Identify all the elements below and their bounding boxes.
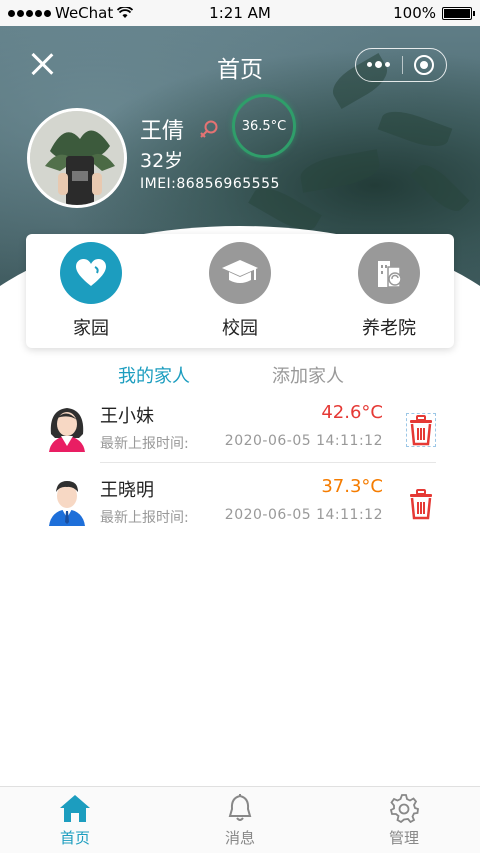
profile-imei: IMEI:86856965555 (140, 176, 280, 192)
exit-mini-program-icon[interactable] (402, 55, 446, 75)
female-icon (200, 120, 218, 138)
member-name: 王晓明 (100, 480, 154, 501)
battery-percent: 100% (393, 4, 436, 22)
tabbar-item-home[interactable]: 首页 (35, 793, 115, 848)
tabbar-label: 消息 (224, 829, 255, 847)
tabbar-item-manage[interactable]: 管理 (364, 793, 444, 848)
heart-icon (60, 242, 122, 304)
category-school[interactable]: 校园 (205, 234, 275, 348)
tab-my-family[interactable]: 我的家人 (118, 362, 190, 388)
category-label: 养老院 (362, 318, 416, 339)
report-time: 2020-06-05 14:11:12 (224, 433, 383, 449)
row-divider (100, 462, 436, 463)
status-right: 100% (393, 4, 475, 22)
family-member-row[interactable]: 王小妹 42.6°C 最新上报时间: 2020-06-05 14:11:12 (45, 398, 437, 464)
battery-icon (442, 6, 475, 20)
tabbar-label: 管理 (388, 829, 419, 847)
category-nursing-home[interactable]: 养老院 (354, 234, 424, 348)
profile-avatar[interactable] (27, 108, 127, 208)
home-icon (60, 795, 90, 822)
member-temperature: 37.3°C (321, 476, 383, 497)
bell-icon (228, 794, 252, 821)
graduation-cap-icon (209, 242, 271, 304)
mini-program-capsule (355, 48, 447, 82)
trash-icon[interactable] (407, 488, 435, 520)
report-time-label: 最新上报时间: (100, 510, 189, 526)
male-avatar-icon (49, 481, 85, 526)
more-icon[interactable] (356, 61, 402, 68)
report-time-label: 最新上报时间: (100, 436, 189, 452)
bottom-tab-bar: 首页 消息 管理 (0, 786, 480, 853)
category-label: 校园 (222, 318, 258, 339)
status-bar: WeChat 1:21 AM 100% (0, 0, 480, 26)
member-name: 王小妹 (100, 406, 154, 427)
category-label: 家园 (73, 318, 109, 339)
profile-temperature: 36.5°C (241, 118, 287, 134)
tabbar-label: 首页 (59, 829, 90, 847)
family-tabs: 我的家人 添加家人 (0, 362, 480, 390)
gear-icon (389, 794, 419, 823)
building-icon (358, 242, 420, 304)
profile-age: 32岁 (140, 150, 184, 172)
tabbar-item-messages[interactable]: 消息 (200, 793, 280, 848)
category-card: 家园 校园 养老院 (26, 234, 454, 348)
report-time: 2020-06-05 14:11:12 (224, 507, 383, 523)
family-member-row[interactable]: 王晓明 37.3°C 最新上报时间: 2020-06-05 14:11:12 (45, 472, 437, 538)
profile-name: 王倩 (140, 119, 185, 144)
member-temperature: 42.6°C (321, 402, 383, 423)
temperature-gauge: 36.5°C (232, 94, 296, 158)
female-avatar-icon (49, 408, 85, 452)
tab-add-family[interactable]: 添加家人 (272, 362, 344, 388)
category-home[interactable]: 家园 (56, 234, 126, 348)
trash-icon[interactable] (406, 413, 436, 447)
